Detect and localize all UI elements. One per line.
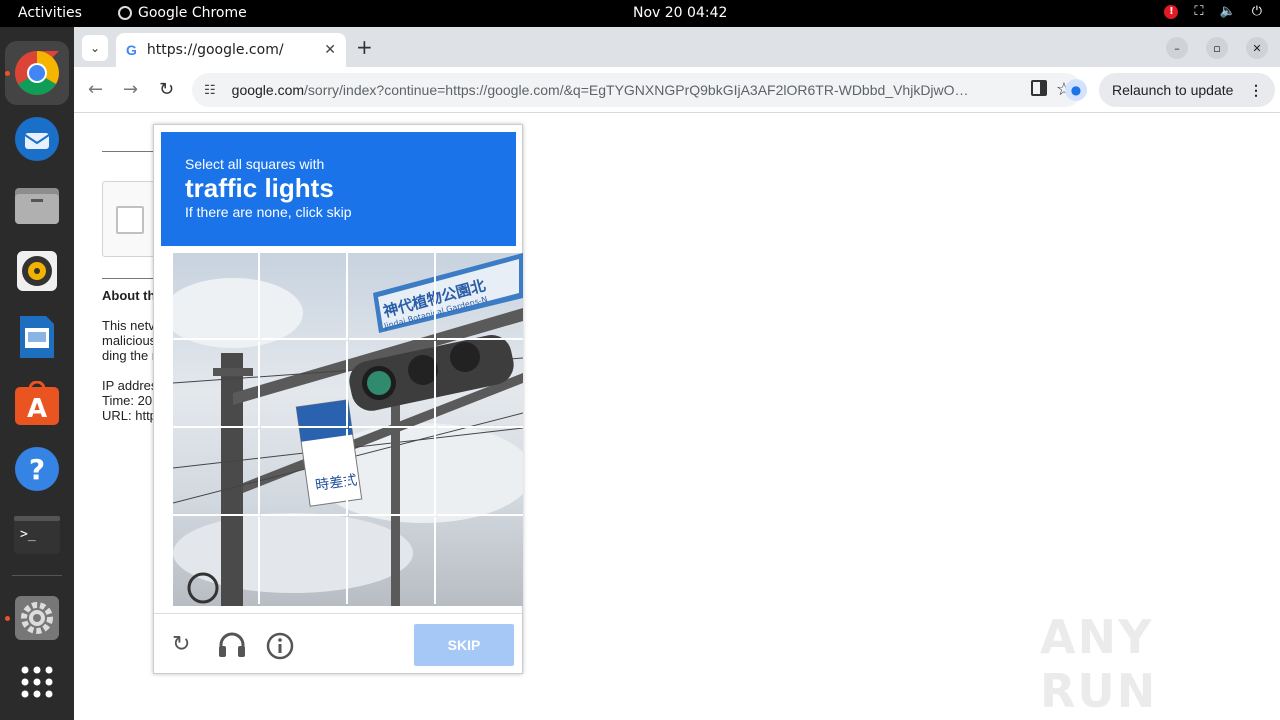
info-line: Time: 20 (102, 393, 153, 408)
back-icon[interactable]: ← (88, 79, 103, 100)
reload-challenge-icon[interactable]: ↻ (172, 632, 190, 657)
tab-title: https://google.com/ (146, 42, 284, 58)
captcha-tile-4[interactable] (437, 253, 523, 340)
minimize-icon[interactable]: – (1166, 37, 1188, 59)
more-menu-icon[interactable]: ⋮ (1249, 82, 1263, 99)
google-favicon-icon: G (126, 42, 137, 58)
relaunch-label: Relaunch to update (1112, 82, 1234, 98)
appcenter-icon[interactable]: A (12, 378, 62, 428)
rhythmbox-icon[interactable] (12, 246, 62, 296)
settings-icon[interactable] (12, 593, 62, 643)
para-line: ding the r (102, 348, 157, 363)
captcha-tile-16[interactable] (437, 517, 523, 604)
captcha-tile-1[interactable] (173, 253, 260, 340)
reload-icon[interactable]: ↻ (159, 79, 174, 100)
url-host: google.com (231, 82, 305, 98)
captcha-tile-3[interactable] (349, 253, 436, 340)
captcha-tile-9[interactable] (173, 429, 260, 516)
captcha-footer: ↻ SKIP (154, 613, 522, 673)
captcha-challenge: Select all squares with traffic lights I… (153, 124, 523, 674)
svg-text:>_: >_ (20, 527, 36, 542)
chevron-down-icon: ⌄ (89, 41, 101, 55)
captcha-tile-12[interactable] (437, 429, 523, 516)
tab-search-button[interactable]: ⌄ (82, 35, 108, 61)
dock: A ? >_ (0, 27, 74, 720)
captcha-tile-6[interactable] (261, 341, 348, 428)
svg-text:?: ? (29, 453, 45, 486)
app-menu[interactable]: Google Chrome (118, 5, 247, 21)
close-window-icon[interactable]: ✕ (1246, 37, 1268, 59)
chrome-icon[interactable] (12, 48, 62, 98)
captcha-tile-15[interactable] (349, 517, 436, 604)
recaptcha-checkbox[interactable] (116, 206, 144, 234)
info-line: IP addres (102, 378, 158, 393)
captcha-hint: If there are none, click skip (185, 204, 352, 220)
new-tab-icon[interactable]: + (356, 35, 373, 59)
files-icon[interactable] (12, 180, 62, 230)
terminal-icon[interactable]: >_ (12, 510, 62, 560)
tab-close-icon[interactable]: ✕ (324, 42, 336, 58)
url-path: /sorry/index?continue=https://google.com… (304, 82, 969, 98)
dock-separator (12, 575, 62, 576)
site-info-icon[interactable]: ☷ (204, 82, 216, 98)
skip-button[interactable]: SKIP (414, 624, 514, 666)
svg-text:A: A (27, 394, 47, 424)
para-line: This netv (102, 318, 155, 333)
chrome-small-icon (118, 6, 132, 20)
captcha-tile-10[interactable] (261, 429, 348, 516)
help-icon[interactable]: ? (12, 444, 62, 494)
maximize-icon[interactable]: ▫ (1206, 37, 1228, 59)
tab-strip: ⌄ G https://google.com/ ✕ + – ▫ ✕ (74, 27, 1280, 67)
captcha-tile-5[interactable] (173, 341, 260, 428)
captcha-image-grid: 神代植物公園北 Jindai Botanical Gardens-N 時差式 (173, 253, 523, 606)
writer-icon[interactable] (12, 312, 62, 362)
address-bar[interactable]: ☷ google.com /sorry/index?continue=https… (192, 73, 1082, 107)
clock[interactable]: Nov 20 04:42 (633, 5, 727, 21)
about-heading: About th (102, 288, 156, 303)
volume-icon[interactable]: 🔈 (1220, 4, 1236, 19)
para-line: malicious (102, 333, 157, 348)
captcha-tile-2[interactable] (261, 253, 348, 340)
info-icon[interactable] (266, 632, 294, 666)
captcha-tile-14[interactable] (261, 517, 348, 604)
browser-toolbar: ← → ↻ ☷ google.com /sorry/index?continue… (74, 67, 1280, 113)
info-line: URL: http (102, 408, 157, 423)
alert-icon[interactable]: ! (1164, 4, 1179, 19)
side-panel-icon[interactable] (1031, 80, 1047, 96)
audio-challenge-icon[interactable] (218, 632, 246, 664)
activities-button[interactable]: Activities (18, 5, 82, 21)
captcha-header: Select all squares with traffic lights I… (161, 132, 516, 246)
captcha-tile-7[interactable] (349, 341, 436, 428)
forward-icon[interactable]: → (123, 79, 138, 100)
captcha-target: traffic lights (185, 173, 334, 203)
top-bar: Activities Google Chrome Nov 20 04:42 ! … (0, 0, 1280, 27)
thunderbird-icon[interactable] (12, 114, 62, 164)
watermark: ANY RUN (1040, 610, 1158, 718)
captcha-tile-8[interactable] (437, 341, 523, 428)
app-grid-icon[interactable] (12, 657, 62, 707)
tab-google[interactable]: G https://google.com/ ✕ (116, 33, 346, 67)
running-indicator (5, 616, 10, 621)
running-indicator (5, 71, 10, 76)
power-icon[interactable]: ⏻ (1252, 4, 1262, 19)
captcha-tile-13[interactable] (173, 517, 260, 604)
relaunch-button[interactable]: Relaunch to update ⋮ (1099, 73, 1275, 107)
system-tray[interactable]: ! ⛶ 🔈 ⏻ (1164, 4, 1262, 19)
captcha-tile-11[interactable] (349, 429, 436, 516)
captcha-instruction: Select all squares with (185, 156, 325, 172)
network-icon[interactable]: ⛶ (1194, 4, 1203, 19)
profile-avatar-icon[interactable]: ● (1065, 79, 1087, 101)
app-name: Google Chrome (138, 5, 247, 21)
